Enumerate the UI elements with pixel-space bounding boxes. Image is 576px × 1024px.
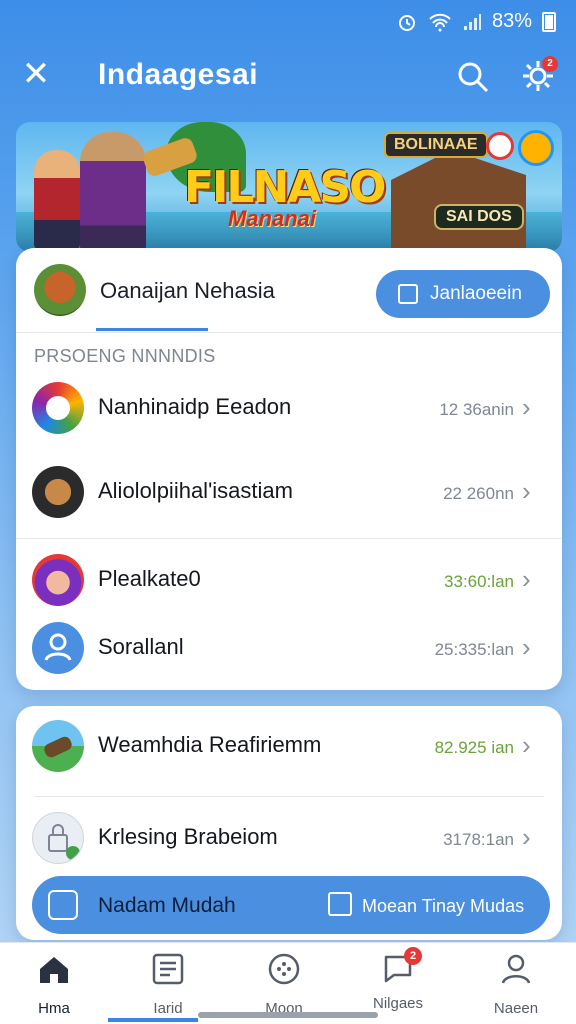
action-left-button[interactable]: Nadam Mudah xyxy=(98,894,236,918)
nav-badge: 2 xyxy=(404,947,422,965)
square-icon xyxy=(48,890,78,920)
divider xyxy=(34,796,544,797)
alarm-icon xyxy=(398,14,415,31)
chevron-right-icon: › xyxy=(522,476,531,506)
banner-logo-subtitle: Mananai xyxy=(228,206,317,231)
status-bar: 83% xyxy=(0,0,576,44)
settings-button[interactable]: 2 xyxy=(520,56,558,94)
divider xyxy=(16,332,562,333)
chevron-right-icon: › xyxy=(522,632,531,662)
chevron-right-icon: › xyxy=(522,730,531,760)
wifi-icon xyxy=(429,13,451,31)
chevron-right-icon: › xyxy=(522,392,531,422)
list-item[interactable]: Krlesing Brabeiom 3178:1an › xyxy=(16,798,562,878)
list-item[interactable]: Sorallanl 25:335:lan › xyxy=(16,608,562,688)
promo-banner[interactable]: FILNASO Mananai BOLINAAE SAI DOS xyxy=(16,122,562,252)
main-card: Oanaijan Nehasia Janlaoeein PRSOENG NNNN… xyxy=(16,248,562,690)
people-icon xyxy=(32,622,84,674)
list-item-meta: 33:60:lan xyxy=(444,572,514,591)
active-tab-indicator xyxy=(96,328,208,331)
divider xyxy=(16,538,562,539)
share-icon xyxy=(328,892,352,916)
banner-badge-icon xyxy=(486,132,514,160)
list-item-label: Weamhdia Reafiriemm xyxy=(98,732,322,757)
battery-percent: 83% xyxy=(491,10,532,32)
home-icon xyxy=(40,957,68,983)
nav-item-profile[interactable]: Naeen xyxy=(466,951,566,1017)
list-item-meta: 82.925 ian xyxy=(434,738,514,757)
character-warrior-graphic xyxy=(34,150,80,250)
join-button[interactable]: Janlaoeein xyxy=(376,270,550,318)
profile-header: Oanaijan Nehasia Janlaoeein xyxy=(16,248,562,334)
action-right-button[interactable]: Moean Tinay Mudas xyxy=(362,896,524,917)
list-item[interactable]: Nanhinaidp Eeadon 12 36anin › xyxy=(16,368,562,448)
nav-label: Nilgaes xyxy=(372,995,424,1012)
active-nav-indicator xyxy=(108,1018,198,1022)
clown-face-icon xyxy=(32,554,84,606)
signal-icon xyxy=(463,13,481,30)
list-item-meta: 3178:1an xyxy=(443,830,514,849)
character-woman-graphic xyxy=(80,132,146,252)
list-item-meta: 25:335:lan xyxy=(434,640,514,659)
battery-icon xyxy=(542,11,556,32)
notification-badge: 2 xyxy=(542,56,558,72)
nav-item-chat[interactable]: 2 Nilgaes xyxy=(348,947,448,1012)
list-item-meta: 12 36anin xyxy=(439,400,514,419)
list-item-label: Nanhinaidp Eeadon xyxy=(98,394,292,419)
chevron-right-icon: › xyxy=(522,822,531,852)
secondary-card: Weamhdia Reafiriemm 82.925 ian › Krlesin… xyxy=(16,706,562,940)
join-button-label: Janlaoeein xyxy=(430,283,522,304)
nav-item-compass[interactable]: Moon xyxy=(234,951,334,1017)
list-item-label: Krlesing Brabeiom xyxy=(98,824,278,849)
chevron-right-icon: › xyxy=(522,564,531,594)
list-item-label: Sorallanl xyxy=(98,634,184,659)
profile-name: Oanaijan Nehasia xyxy=(100,278,275,303)
nav-label: Hma xyxy=(38,1000,70,1017)
nav-label: Naeen xyxy=(493,1000,539,1017)
join-icon xyxy=(398,284,418,304)
list-item[interactable]: Weamhdia Reafiriemm 82.925 ian › xyxy=(16,706,562,786)
wooden-tool-icon xyxy=(32,466,84,518)
app-bar: ✕ Indaagesai 2 xyxy=(0,44,576,114)
home-indicator[interactable] xyxy=(198,1012,378,1018)
list-item-meta: 22 260nn xyxy=(443,484,514,503)
list-item-label: Aliololpiihal'isastiam xyxy=(98,478,293,503)
banner-chip-top: BOLINAAE xyxy=(384,132,488,158)
profile-avatar[interactable] xyxy=(34,264,86,316)
action-bar: Nadam Mudah Moean Tinay Mudas xyxy=(32,876,550,934)
nav-item-home[interactable]: Hma xyxy=(4,951,104,1017)
list-item-label: Plealkate0 xyxy=(98,566,201,591)
close-icon[interactable]: ✕ xyxy=(20,57,52,91)
hut-graphic xyxy=(391,150,526,250)
person-icon xyxy=(501,954,531,984)
nav-item-document[interactable]: Iarid xyxy=(118,951,218,1017)
list-item[interactable]: Aliololpiihal'isastiam 22 260nn › xyxy=(16,452,562,532)
section-title: PRSOENG NNNNDIS xyxy=(34,346,216,366)
banner-character-avatar xyxy=(518,130,554,166)
search-icon[interactable] xyxy=(456,60,490,94)
page-title: Indaagesai xyxy=(98,58,259,91)
compass-icon xyxy=(268,953,300,985)
cannon-icon xyxy=(32,720,84,772)
lock-icon xyxy=(32,812,84,864)
rainbow-app-icon xyxy=(32,382,84,434)
banner-chip-bottom: SAI DOS xyxy=(434,204,524,230)
document-icon xyxy=(152,953,184,985)
